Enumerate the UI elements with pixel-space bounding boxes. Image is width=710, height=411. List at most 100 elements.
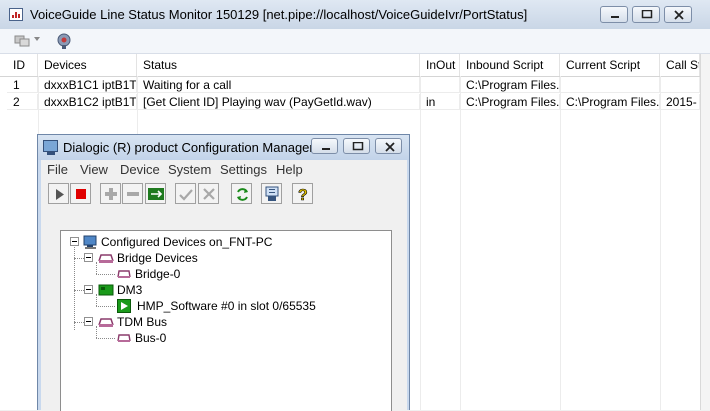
- dialog-titlebar[interactable]: Dialogic (R) product Configuration Manag…: [38, 135, 409, 160]
- column-divider: [420, 76, 421, 410]
- maximize-button[interactable]: [632, 6, 660, 23]
- cell-id: 1: [7, 77, 38, 93]
- cell-inbound-script: C:\Program Files...: [460, 77, 560, 93]
- tree-label: Bus-0: [135, 331, 167, 345]
- main-titlebar[interactable]: VoiceGuide Line Status Monitor 150129 [n…: [0, 0, 710, 30]
- tree-connector: [96, 294, 97, 306]
- remove-device-button[interactable]: [122, 183, 143, 204]
- board-icon: [98, 284, 114, 296]
- cell-current-script: [560, 77, 660, 93]
- monitor-stand: [47, 152, 55, 155]
- dialog-minimize-button[interactable]: [311, 138, 338, 154]
- expand-toggle[interactable]: [84, 317, 93, 326]
- expand-toggle[interactable]: [70, 237, 79, 246]
- table-row[interactable]: 2 dxxxB1C2 iptB1T2 [Get Client ID] Playi…: [0, 94, 710, 110]
- window-title: VoiceGuide Line Status Monitor 150129 [n…: [30, 7, 528, 22]
- tree-label: Configured Devices on_FNT-PC: [101, 235, 273, 249]
- add-device-button[interactable]: [100, 183, 121, 204]
- bus-icon: [98, 318, 114, 327]
- start-button[interactable]: [48, 183, 69, 204]
- computer-icon: [83, 235, 97, 249]
- cell-inout: in: [420, 94, 460, 110]
- dialog-toolbar: ?: [41, 179, 407, 209]
- dialog-content: Configured Devices on_FNT-PC Bridge Devi…: [41, 209, 407, 411]
- play-icon: [56, 189, 64, 200]
- tree-label: Bridge-0: [135, 267, 181, 281]
- menu-view[interactable]: View: [80, 162, 108, 177]
- monitor-icon: [43, 140, 58, 152]
- cell-inbound-script: C:\Program Files...: [460, 94, 560, 110]
- expand-toggle[interactable]: [84, 285, 93, 294]
- tree-node-root[interactable]: Configured Devices on_FNT-PC: [83, 234, 383, 250]
- cell-call-start: [660, 77, 700, 93]
- bus-icon: [117, 334, 131, 342]
- cancel-button[interactable]: [198, 183, 219, 204]
- main-toolbar: [0, 29, 710, 54]
- tree-label: DM3: [117, 283, 143, 297]
- menu-settings[interactable]: Settings: [220, 162, 267, 177]
- close-button[interactable]: [664, 6, 692, 23]
- tree-connector: [96, 306, 115, 307]
- stop-button[interactable]: [70, 183, 91, 204]
- tree-connector: [96, 274, 115, 275]
- col-header-call-start[interactable]: Call St: [660, 54, 700, 76]
- menu-system[interactable]: System: [168, 162, 211, 177]
- col-header-current-script[interactable]: Current Script: [560, 54, 660, 76]
- bridge-icon: [117, 270, 131, 278]
- chevron-down-icon[interactable]: [34, 37, 52, 55]
- app-icon: [9, 8, 23, 21]
- grid-header: ID Devices Status InOut Inbound Script C…: [0, 54, 710, 77]
- col-header-id[interactable]: ID: [7, 54, 38, 76]
- tree-label: Bridge Devices: [117, 251, 198, 265]
- tree-connector: [74, 244, 75, 330]
- tree-connector: [74, 322, 84, 323]
- devices-icon[interactable]: [14, 32, 32, 50]
- svg-text:?: ?: [298, 187, 308, 204]
- cell-current-script: C:\Program Files...: [560, 94, 660, 110]
- cancel-icon: [203, 188, 215, 200]
- config-manager-window: Dialogic (R) product Configuration Manag…: [37, 134, 410, 411]
- tree-node-bus-0[interactable]: Bus-0: [117, 330, 317, 346]
- tree-connector: [96, 338, 115, 339]
- menu-device[interactable]: Device: [120, 162, 160, 177]
- tree-node-bridge-devices[interactable]: Bridge Devices: [98, 250, 298, 266]
- tree-node-dm3[interactable]: DM3: [98, 282, 298, 298]
- minimize-button[interactable]: [600, 6, 628, 23]
- cell-devices: dxxxB1C1 iptB1T1: [38, 77, 137, 93]
- menu-help[interactable]: Help: [276, 162, 303, 177]
- col-header-inbound-script[interactable]: Inbound Script: [460, 54, 560, 76]
- apply-button[interactable]: [175, 183, 196, 204]
- tree-node-bridge-0[interactable]: Bridge-0: [117, 266, 317, 282]
- tree-connector: [96, 326, 97, 338]
- remove-icon: [127, 192, 139, 196]
- config-icon[interactable]: [55, 32, 73, 50]
- refresh-button[interactable]: [231, 183, 252, 204]
- dialog-maximize-button[interactable]: [343, 138, 370, 154]
- col-header-devices[interactable]: Devices: [38, 54, 137, 76]
- menu-file[interactable]: File: [47, 162, 68, 177]
- table-row[interactable]: 1 dxxxB1C1 iptB1T1 Waiting for a call C:…: [0, 77, 710, 93]
- expand-toggle[interactable]: [84, 253, 93, 262]
- cell-devices: dxxxB1C2 iptB1T2: [38, 94, 137, 110]
- tree-node-tdm-bus[interactable]: TDM Bus: [98, 314, 298, 330]
- tree-connector: [96, 262, 97, 274]
- tree-connector: [74, 290, 84, 291]
- network-button[interactable]: [145, 183, 166, 204]
- check-icon: [179, 189, 193, 201]
- help-icon: ?: [298, 187, 308, 205]
- tree-node-hmp-software[interactable]: HMP_Software #0 in slot 0/65535: [117, 298, 387, 314]
- cell-call-start: 2015-: [660, 94, 700, 110]
- cell-status: [Get Client ID] Playing wav (PayGetId.wa…: [137, 94, 420, 110]
- column-divider: [560, 76, 561, 410]
- col-header-inout[interactable]: InOut: [420, 54, 460, 76]
- properties-button[interactable]: [261, 183, 282, 204]
- bridge-icon: [98, 254, 114, 263]
- cell-inout: [420, 77, 460, 93]
- side-panel-edge: [700, 54, 710, 410]
- help-button[interactable]: ?: [292, 183, 313, 204]
- properties-icon: [265, 186, 279, 201]
- col-header-status[interactable]: Status: [137, 54, 420, 76]
- dialog-close-button[interactable]: [375, 138, 402, 154]
- refresh-icon: [237, 188, 248, 201]
- menu-bar: File View Device System Settings Help: [41, 160, 407, 179]
